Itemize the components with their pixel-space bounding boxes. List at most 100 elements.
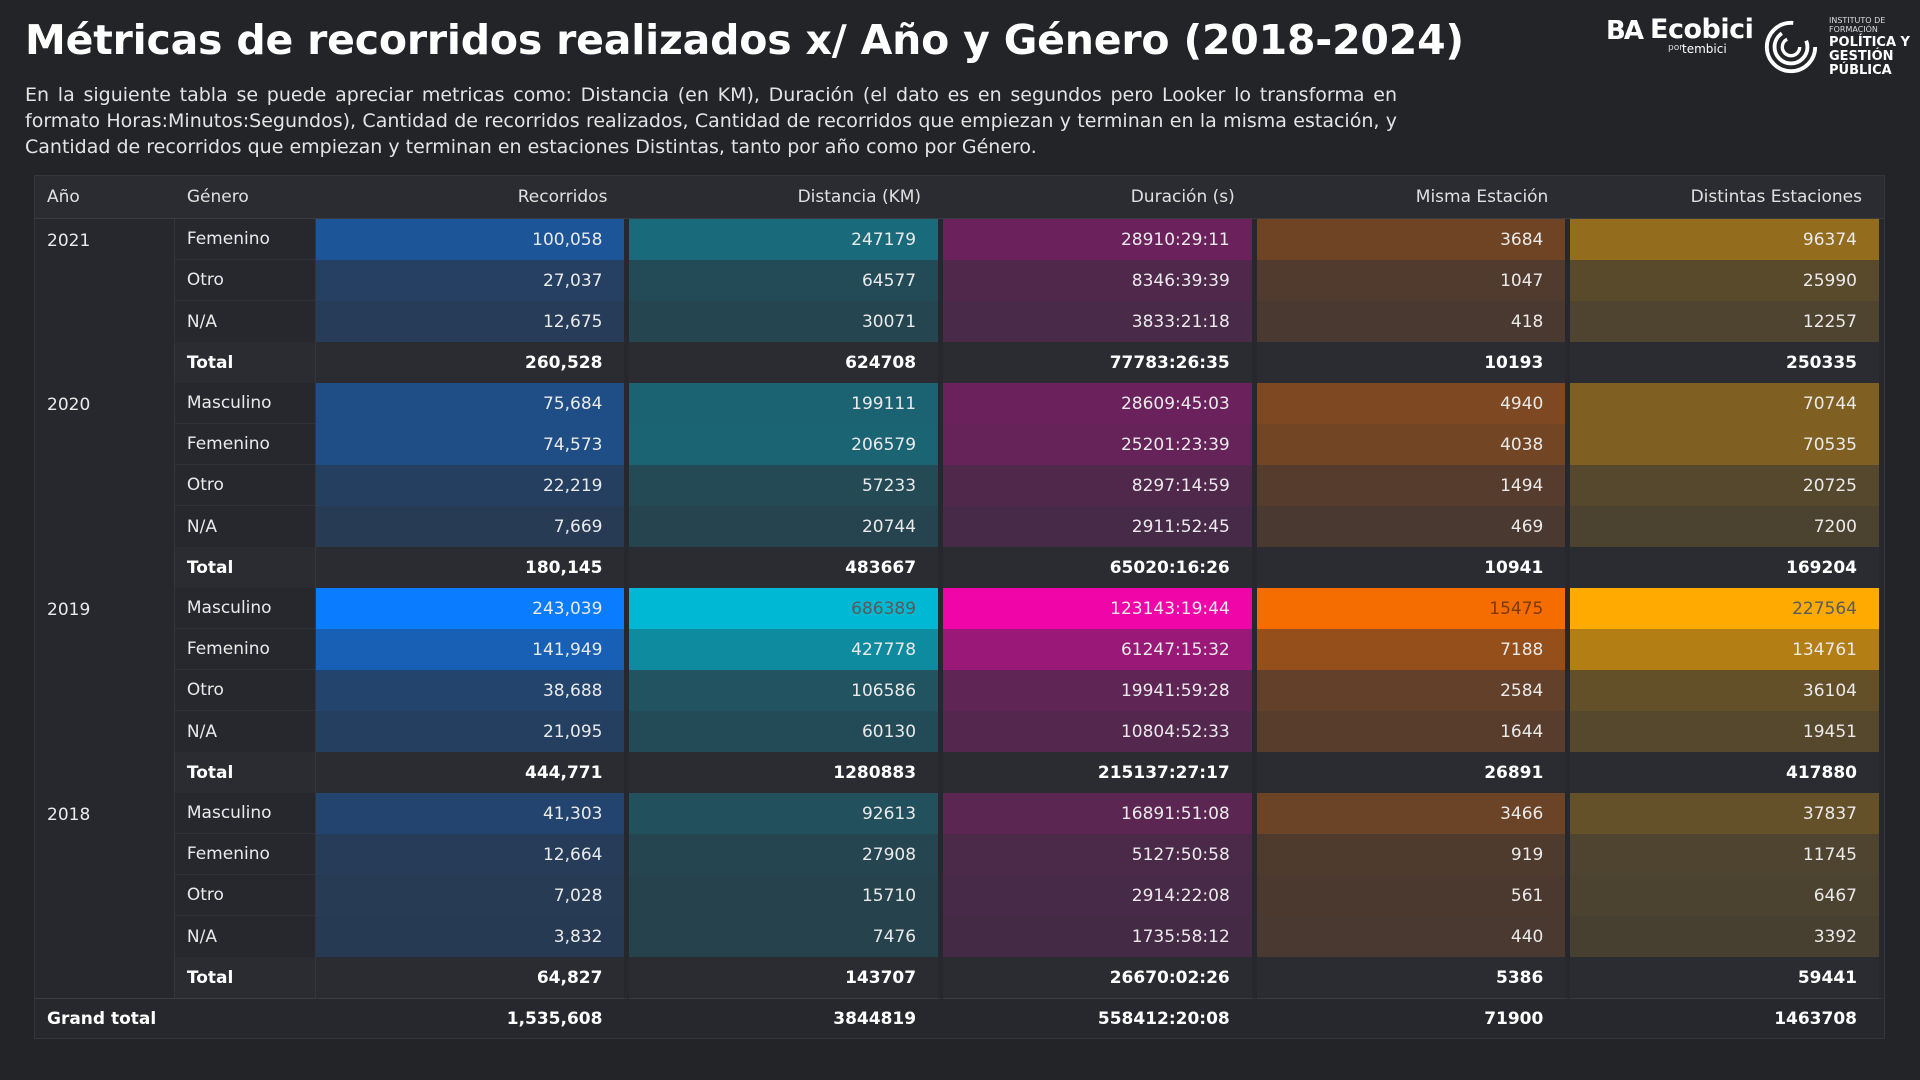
metric-cell-recorridos[interactable]: 3,832 xyxy=(315,916,630,957)
metric-cell-distintas[interactable]: 36104 xyxy=(1570,670,1884,711)
header-recorridos[interactable]: Recorridos xyxy=(315,176,630,219)
metric-cell-misma[interactable]: 2584 xyxy=(1256,670,1571,711)
year-cell[interactable]: 2018 xyxy=(35,793,175,998)
total-cell-duracion[interactable]: 215137:27:17 xyxy=(943,752,1257,793)
metric-cell-distintas[interactable]: 11745 xyxy=(1570,834,1884,875)
header-anio[interactable]: Año xyxy=(35,176,175,219)
total-cell-recorridos[interactable]: 444,771 xyxy=(315,752,630,793)
gender-cell[interactable]: Otro xyxy=(174,260,316,301)
gender-cell[interactable]: Otro xyxy=(174,875,316,916)
metric-cell-recorridos[interactable]: 7,028 xyxy=(315,875,630,916)
metric-cell-distintas[interactable]: 25990 xyxy=(1570,260,1884,301)
metric-cell-distancia[interactable]: 57233 xyxy=(629,465,944,506)
metric-cell-distintas[interactable]: 19451 xyxy=(1570,711,1884,752)
year-cell[interactable]: 2019 xyxy=(35,588,175,793)
total-cell-distintas[interactable]: 59441 xyxy=(1570,957,1884,998)
metric-cell-recorridos[interactable]: 12,664 xyxy=(315,834,630,875)
metric-cell-distancia[interactable]: 92613 xyxy=(629,793,944,834)
total-cell-distancia[interactable]: 143707 xyxy=(629,957,944,998)
metric-cell-distancia[interactable]: 199111 xyxy=(629,383,944,424)
metric-cell-distancia[interactable]: 30071 xyxy=(629,301,944,342)
metric-cell-misma[interactable]: 4940 xyxy=(1256,383,1571,424)
metric-cell-duracion[interactable]: 1735:58:12 xyxy=(943,916,1257,957)
gender-cell[interactable]: Femenino xyxy=(174,219,316,260)
metric-cell-duracion[interactable]: 3833:21:18 xyxy=(943,301,1257,342)
metric-cell-distancia[interactable]: 427778 xyxy=(629,629,944,670)
metric-cell-distancia[interactable]: 27908 xyxy=(629,834,944,875)
total-cell-recorridos[interactable]: 180,145 xyxy=(315,547,630,588)
grand-total-cell-distancia[interactable]: 3844819 xyxy=(629,998,944,1038)
metric-cell-misma[interactable]: 4038 xyxy=(1256,424,1571,465)
metric-cell-duracion[interactable]: 28910:29:11 xyxy=(943,219,1257,260)
metric-cell-recorridos[interactable]: 27,037 xyxy=(315,260,630,301)
metric-cell-distintas[interactable]: 134761 xyxy=(1570,629,1884,670)
metric-cell-recorridos[interactable]: 243,039 xyxy=(315,588,630,629)
total-cell-misma[interactable]: 5386 xyxy=(1256,957,1571,998)
metric-cell-duracion[interactable]: 2914:22:08 xyxy=(943,875,1257,916)
metric-cell-distancia[interactable]: 686389 xyxy=(629,588,944,629)
metric-cell-duracion[interactable]: 25201:23:39 xyxy=(943,424,1257,465)
metric-cell-distintas[interactable]: 96374 xyxy=(1570,219,1884,260)
gender-cell[interactable]: Masculino xyxy=(174,383,316,424)
metric-cell-recorridos[interactable]: 41,303 xyxy=(315,793,630,834)
metric-cell-duracion[interactable]: 19941:59:28 xyxy=(943,670,1257,711)
metric-cell-distancia[interactable]: 106586 xyxy=(629,670,944,711)
total-cell-distancia[interactable]: 1280883 xyxy=(629,752,944,793)
metric-cell-recorridos[interactable]: 100,058 xyxy=(315,219,630,260)
header-distintas-estaciones[interactable]: Distintas Estaciones xyxy=(1570,176,1884,219)
metric-cell-duracion[interactable]: 10804:52:33 xyxy=(943,711,1257,752)
header-distancia[interactable]: Distancia (KM) xyxy=(629,176,944,219)
grand-total-cell-misma[interactable]: 71900 xyxy=(1256,998,1571,1038)
header-genero[interactable]: Género xyxy=(174,176,316,219)
metric-cell-duracion[interactable]: 123143:19:44 xyxy=(943,588,1257,629)
gender-cell[interactable]: Femenino xyxy=(174,629,316,670)
grand-total-cell-duracion[interactable]: 558412:20:08 xyxy=(943,998,1257,1038)
metric-cell-distancia[interactable]: 7476 xyxy=(629,916,944,957)
metric-cell-distancia[interactable]: 247179 xyxy=(629,219,944,260)
metric-cell-distintas[interactable]: 12257 xyxy=(1570,301,1884,342)
metric-cell-recorridos[interactable]: 141,949 xyxy=(315,629,630,670)
metric-cell-recorridos[interactable]: 7,669 xyxy=(315,506,630,547)
metric-cell-misma[interactable]: 3684 xyxy=(1256,219,1571,260)
metric-cell-recorridos[interactable]: 38,688 xyxy=(315,670,630,711)
gender-cell[interactable]: Femenino xyxy=(174,424,316,465)
metric-cell-distintas[interactable]: 70535 xyxy=(1570,424,1884,465)
metric-cell-distancia[interactable]: 20744 xyxy=(629,506,944,547)
metric-cell-misma[interactable]: 469 xyxy=(1256,506,1571,547)
metric-cell-distintas[interactable]: 6467 xyxy=(1570,875,1884,916)
total-cell-duracion[interactable]: 77783:26:35 xyxy=(943,342,1257,383)
total-cell-misma[interactable]: 10941 xyxy=(1256,547,1571,588)
header-duracion[interactable]: Duración (s) xyxy=(943,176,1257,219)
metric-cell-misma[interactable]: 440 xyxy=(1256,916,1571,957)
metric-cell-misma[interactable]: 1494 xyxy=(1256,465,1571,506)
metric-cell-misma[interactable]: 919 xyxy=(1256,834,1571,875)
metric-cell-distintas[interactable]: 37837 xyxy=(1570,793,1884,834)
metric-cell-misma[interactable]: 3466 xyxy=(1256,793,1571,834)
total-cell-misma[interactable]: 10193 xyxy=(1256,342,1571,383)
gender-cell[interactable]: Masculino xyxy=(174,793,316,834)
total-cell-recorridos[interactable]: 260,528 xyxy=(315,342,630,383)
metric-cell-distancia[interactable]: 15710 xyxy=(629,875,944,916)
metric-cell-duracion[interactable]: 8297:14:59 xyxy=(943,465,1257,506)
gender-cell[interactable]: N/A xyxy=(175,506,316,547)
metric-cell-distintas[interactable]: 227564 xyxy=(1570,588,1884,629)
gender-cell[interactable]: N/A xyxy=(175,711,316,752)
total-cell-distancia[interactable]: 624708 xyxy=(629,342,944,383)
metric-cell-recorridos[interactable]: 12,675 xyxy=(315,301,630,342)
metric-cell-distintas[interactable]: 20725 xyxy=(1570,465,1884,506)
grand-total-cell-recorridos[interactable]: 1,535,608 xyxy=(315,998,630,1038)
metric-cell-misma[interactable]: 7188 xyxy=(1256,629,1571,670)
header-misma-estacion[interactable]: Misma Estación xyxy=(1256,176,1571,219)
total-cell-distintas[interactable]: 169204 xyxy=(1570,547,1884,588)
year-cell[interactable]: 2020 xyxy=(35,383,175,588)
gender-cell[interactable]: N/A xyxy=(175,301,316,342)
metric-cell-distintas[interactable]: 7200 xyxy=(1570,506,1884,547)
total-cell-distancia[interactable]: 483667 xyxy=(629,547,944,588)
gender-cell[interactable]: Otro xyxy=(174,465,316,506)
gender-cell[interactable]: N/A xyxy=(175,916,316,957)
metric-cell-duracion[interactable]: 16891:51:08 xyxy=(943,793,1257,834)
metric-cell-distintas[interactable]: 3392 xyxy=(1570,916,1884,957)
metric-cell-duracion[interactable]: 8346:39:39 xyxy=(943,260,1257,301)
total-cell-recorridos[interactable]: 64,827 xyxy=(315,957,630,998)
total-cell-duracion[interactable]: 65020:16:26 xyxy=(943,547,1257,588)
